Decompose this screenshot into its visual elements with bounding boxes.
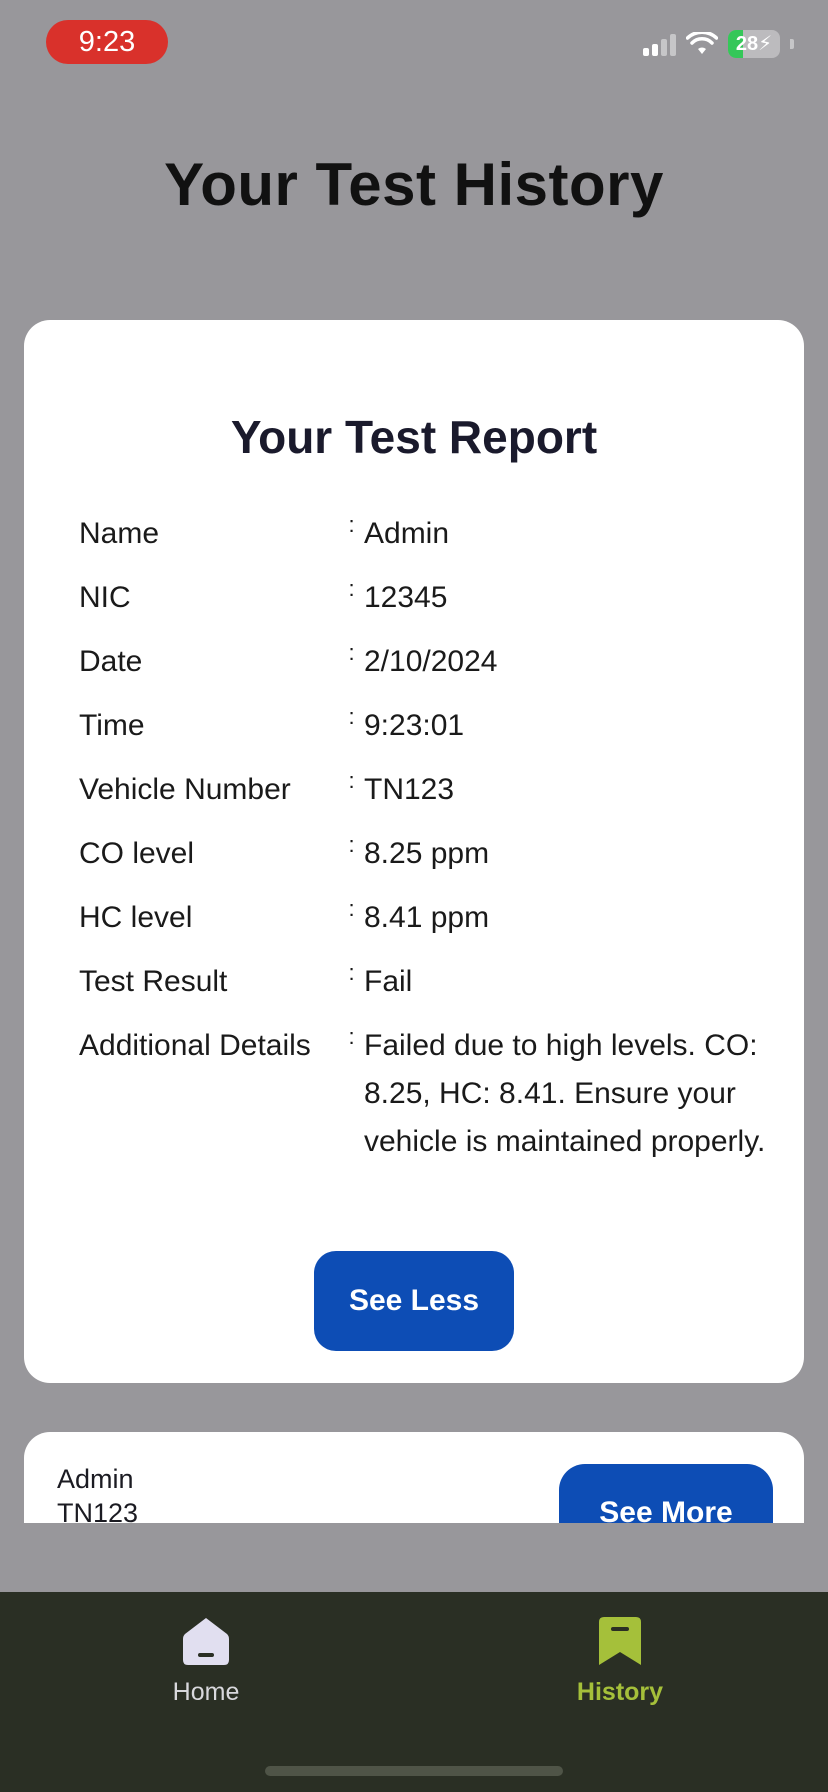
battery-charging-icon: 28⚡ [728,30,780,58]
row-label: Additional Details [79,1029,311,1062]
report-card: Your Test Report Name : Admin NIC : 1234… [24,320,804,1383]
row-label: NIC [79,581,131,614]
report-rows: Name : Admin NIC : 12345 Date : 2/10/202… [79,510,779,1182]
row-colon: : [348,640,355,665]
report-row-date: Date : 2/10/2024 [79,638,779,686]
row-label: Test Result [79,965,228,998]
row-colon: : [348,576,355,601]
row-value: 8.41 ppm [364,901,490,934]
row-value: Admin [364,517,450,550]
row-value: TN123 [364,773,455,806]
row-value: Failed due to high levels. CO: 8.25, HC:… [364,1029,766,1158]
report-row-time: Time : 9:23:01 [79,702,779,750]
row-label: CO level [79,837,195,870]
report-row-co-level: CO level : 8.25 ppm [79,830,779,878]
tab-home[interactable]: Home [116,1616,296,1707]
row-label: Vehicle Number [79,773,291,806]
row-colon: : [348,832,355,857]
row-value: 12345 [364,581,448,614]
history-item-name: Admin [57,1464,134,1494]
page-title: Your Test History [164,151,664,218]
tab-history-label: History [576,1678,664,1706]
report-row-name: Name : Admin [79,510,779,558]
history-list-item: Admin TN123 See More [24,1432,804,1523]
battery-level: 28 [735,33,759,55]
report-title: Your Test Report [230,411,598,463]
report-row-hc-level: HC level : 8.41 ppm [79,894,779,942]
row-colon: : [348,512,355,537]
battery-tip [790,39,794,49]
bookmark-icon [599,1617,641,1665]
row-label: Name [79,517,160,550]
tab-home-label: Home [172,1678,240,1706]
row-colon: : [348,704,355,729]
row-colon: : [348,960,355,985]
row-label: Date [79,645,143,678]
row-colon: : [348,1024,355,1049]
status-time: 9:23 [46,20,168,64]
report-row-additional-details: Additional Details : Failed due to high … [79,1022,779,1166]
row-label: HC level [79,901,193,934]
row-value: 8.25 ppm [364,837,490,870]
report-row-test-result: Test Result : Fail [79,958,779,1006]
home-icon [183,1618,229,1665]
see-less-button[interactable]: See Less [314,1251,514,1351]
wifi-icon [686,32,718,56]
history-card: Admin TN123 See More [24,1432,804,1523]
row-colon: : [348,896,355,921]
row-value: 2/10/2024 [364,645,498,678]
report-row-vehicle-number: Vehicle Number : TN123 [79,766,779,814]
tab-history[interactable]: History [530,1616,710,1707]
report-row-nic: NIC : 12345 [79,574,779,622]
history-item-vehicle: TN123 [57,1498,139,1523]
bottom-tab-bar: Home History [0,1592,828,1792]
status-icons: 28⚡ [643,30,794,58]
row-colon: : [348,768,355,793]
signal-icon [643,32,676,56]
home-indicator [265,1766,563,1776]
row-label: Time [79,709,145,742]
row-value: 9:23:01 [364,709,465,742]
row-value: Fail [364,965,413,998]
see-more-button[interactable]: See More [559,1464,773,1523]
